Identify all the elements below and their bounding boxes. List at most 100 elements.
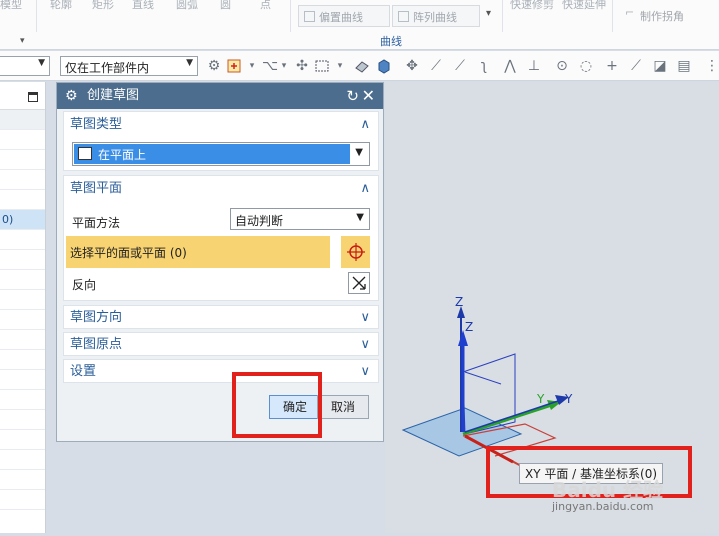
ribbon-separator — [502, 0, 503, 32]
ribbon-separator — [612, 0, 613, 32]
pattern-curve-icon — [398, 11, 409, 22]
ribbon-item-model[interactable]: 模型 — [0, 0, 22, 12]
list-item[interactable] — [0, 230, 45, 250]
reverse-label: 反向 — [72, 278, 97, 292]
section-label: 草图原点 — [70, 337, 123, 352]
more-dropdown-icon[interactable]: ▾ — [486, 8, 491, 19]
arc-center-icon[interactable]: ⊥ — [526, 58, 542, 74]
end-point-icon[interactable]: ⟋ — [428, 58, 444, 74]
ribbon-item-rectangle[interactable]: 矩形 — [92, 0, 114, 12]
sketch-type-value-box: 在平面上 — [74, 144, 350, 164]
solid-body-icon[interactable] — [376, 58, 392, 74]
offset-curve-label: 偏置曲线 — [319, 11, 363, 24]
sketch-origin-section[interactable]: 草图原点 ∨ — [63, 332, 379, 356]
pattern-curve-label: 阵列曲线 — [413, 11, 457, 24]
ribbon-group-label: 曲线 — [380, 35, 402, 48]
ribbon-item-profile[interactable]: 轮廓 — [50, 0, 72, 12]
pin-icon[interactable]: ✣ — [294, 58, 310, 74]
existing-point-icon[interactable]: + — [604, 58, 620, 74]
list-item[interactable] — [0, 490, 45, 510]
sketch-type-select[interactable]: 在平面上 ▼ — [72, 142, 370, 166]
select-face-icon[interactable] — [226, 58, 242, 74]
sketch-orientation-header[interactable]: 草图方向 ∨ — [64, 306, 378, 330]
sketch-plane-header[interactable]: 草图平面 ∧ — [64, 176, 378, 202]
snap-settings-icon[interactable]: ⚙ — [206, 58, 222, 74]
sketch-type-header[interactable]: 草图类型 ∧ — [64, 112, 378, 138]
offset-curve-icon — [304, 11, 315, 22]
more-snap-icon[interactable]: ⋮ — [704, 58, 719, 74]
cancel-button[interactable]: 取消 — [317, 395, 369, 419]
sketch-origin-header[interactable]: 草图原点 ∨ — [64, 333, 378, 357]
chevron-down-icon: ∨ — [360, 310, 370, 325]
list-item[interactable] — [0, 330, 45, 350]
type-filter-select[interactable]: ▼ — [0, 56, 50, 76]
list-item[interactable] — [0, 450, 45, 470]
control-point-icon[interactable]: ʅ — [476, 58, 492, 74]
list-item[interactable] — [0, 410, 45, 430]
chevron-down-icon: ∨ — [360, 364, 370, 379]
close-icon[interactable]: ✕ — [362, 83, 375, 109]
make-corner-button[interactable]: ⌐ 制作拐角 — [620, 5, 718, 27]
list-item[interactable] — [0, 430, 45, 450]
list-item[interactable] — [0, 190, 45, 210]
mid-point-icon[interactable]: ⟋ — [452, 58, 468, 74]
gear-icon[interactable]: ⚙ — [65, 83, 78, 109]
ribbon-item-arc[interactable]: 圆弧 — [176, 0, 198, 12]
circle-center-icon[interactable]: ⊙ — [554, 58, 570, 74]
list-item[interactable] — [0, 130, 45, 150]
bounded-grid-icon[interactable]: ▤ — [676, 58, 692, 74]
chevron-up-icon: ∧ — [360, 181, 370, 196]
list-item[interactable] — [0, 390, 45, 410]
select-all-icon[interactable] — [354, 58, 370, 74]
plane-method-select[interactable]: 自动判断 ▼ — [230, 208, 370, 230]
sketch-orientation-section[interactable]: 草图方向 ∨ — [63, 305, 379, 329]
pattern-curve-button[interactable]: 阵列曲线 — [392, 5, 480, 27]
chevron-up-icon: ∧ — [360, 117, 370, 132]
maximize-icon[interactable] — [28, 92, 38, 102]
ribbon-item-line[interactable]: 直线 — [132, 0, 154, 12]
point-on-curve-icon[interactable]: ⟋ — [628, 58, 644, 74]
z-axis-label-2: Z — [465, 320, 474, 334]
list-item-selected[interactable]: 0) — [0, 210, 45, 230]
quick-trim-button[interactable]: 快速修剪 — [510, 0, 554, 12]
list-item[interactable] — [0, 290, 45, 310]
list-item[interactable] — [0, 170, 45, 190]
ribbon-expand-icon[interactable]: ▾ — [20, 36, 25, 46]
ribbon-item-point[interactable]: 点 — [260, 0, 271, 12]
plane-icon — [78, 147, 92, 160]
chevron-down-icon[interactable]: ▾ — [332, 58, 348, 74]
list-item[interactable] — [0, 350, 45, 370]
reverse-direction-button[interactable] — [348, 272, 370, 294]
settings-section[interactable]: 设置 ∨ — [63, 359, 379, 383]
intersection-point-icon[interactable]: ⋀ — [502, 58, 518, 74]
list-item-label: 0) — [2, 213, 14, 226]
quick-extend-button[interactable]: 快速延伸 — [562, 0, 606, 12]
list-item[interactable] — [0, 270, 45, 290]
rectangle-select-icon[interactable] — [314, 58, 330, 74]
offset-curve-button[interactable]: 偏置曲线 — [298, 5, 390, 27]
reset-icon[interactable]: ↻ — [346, 83, 359, 109]
crosshair-icon — [347, 243, 365, 261]
list-item[interactable] — [0, 310, 45, 330]
settings-header[interactable]: 设置 ∨ — [64, 360, 378, 384]
point-on-face-icon[interactable]: ◪ — [652, 58, 668, 74]
list-item[interactable] — [0, 110, 45, 130]
chevron-down-icon[interactable]: ▾ — [276, 58, 292, 74]
list-item[interactable] — [0, 250, 45, 270]
reverse-arrows-icon — [352, 276, 366, 290]
snap-point-icon[interactable]: ✥ — [404, 58, 420, 74]
ribbon-item-circle[interactable]: 圆 — [220, 0, 231, 12]
chevron-down-icon[interactable]: ▾ — [244, 58, 260, 74]
plane-method-value: 自动判断 — [235, 214, 284, 228]
quadrant-point-icon[interactable]: ◌ — [578, 58, 594, 74]
list-item[interactable] — [0, 370, 45, 390]
selection-scope-select[interactable]: 仅在工作部件内 ▼ — [60, 56, 198, 76]
select-plane-field[interactable]: 选择平的面或平面 (0) — [66, 236, 330, 268]
plane-picker-button[interactable] — [340, 236, 370, 268]
create-sketch-dialog: ⚙ 创建草图 ↻ ✕ 草图类型 ∧ 在平面上 ▼ 草图平面 ∧ 平面方法 自动判… — [56, 82, 384, 442]
list-item[interactable] — [0, 470, 45, 490]
chevron-down-icon: ▼ — [355, 147, 363, 158]
list-item[interactable] — [0, 150, 45, 170]
chevron-down-icon: ▼ — [38, 58, 45, 68]
sketch-type-value: 在平面上 — [98, 148, 147, 162]
